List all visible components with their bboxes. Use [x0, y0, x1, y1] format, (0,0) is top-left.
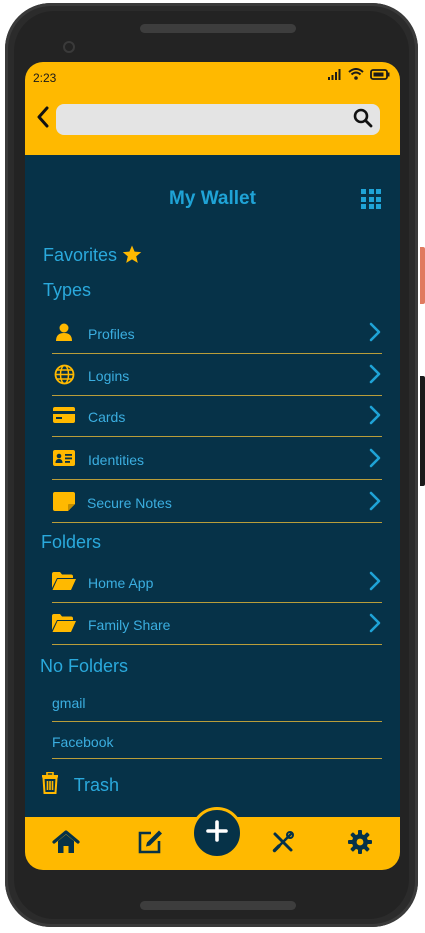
folder-item-label: Family Share: [88, 617, 171, 633]
page-title: My Wallet: [169, 188, 256, 209]
chevron-right-icon: [368, 322, 382, 342]
search-icon: [353, 108, 373, 133]
home-icon: [52, 829, 80, 859]
battery-icon: [370, 68, 390, 83]
note-icon: [52, 491, 76, 511]
search-button[interactable]: [350, 108, 376, 132]
type-item-profiles[interactable]: Profiles: [52, 312, 382, 354]
add-button[interactable]: [191, 807, 243, 859]
type-item-logins[interactable]: Logins: [52, 354, 382, 396]
settings-icon: [347, 829, 373, 860]
front-camera: [63, 41, 75, 53]
folder-item-label: Home App: [88, 575, 154, 591]
signal-icon: [328, 68, 342, 83]
star-icon: [122, 245, 142, 269]
nav-home-button[interactable]: [51, 829, 81, 859]
power-button: [420, 376, 425, 486]
edit-icon: [137, 829, 163, 860]
type-item-label: Logins: [88, 368, 130, 384]
no-folders-heading: No Folders: [40, 656, 129, 676]
no-folder-item-gmail[interactable]: gmail: [52, 695, 382, 722]
trash-icon: [41, 771, 59, 799]
bottom-nav: [25, 807, 400, 870]
chevron-right-icon: [368, 491, 382, 511]
status-bar: 2:23: [25, 62, 400, 92]
top-bar: [25, 92, 400, 155]
folders-heading: Folders: [41, 532, 102, 552]
nav-tools-button[interactable]: [268, 830, 298, 858]
tools-icon: [271, 830, 295, 859]
favorites-heading[interactable]: Favorites: [43, 245, 142, 269]
type-item-label: Cards: [88, 409, 126, 425]
chevron-right-icon: [368, 364, 382, 384]
chevron-left-icon: [36, 106, 50, 133]
nav-settings-button[interactable]: [345, 829, 375, 860]
folder-open-icon: [52, 613, 76, 633]
favorites-label: Favorites: [43, 245, 118, 265]
trash-row[interactable]: Trash: [41, 771, 120, 799]
type-item-secure-notes[interactable]: Secure Notes: [52, 481, 382, 523]
volume-button: [420, 247, 425, 304]
type-item-label: Secure Notes: [87, 495, 172, 511]
no-folder-item-facebook[interactable]: Facebook: [52, 734, 382, 759]
status-time: 2:23: [33, 71, 57, 85]
bottom-speaker: [140, 901, 296, 910]
credit-card-icon: [52, 405, 76, 425]
grid-menu-button[interactable]: [361, 189, 381, 209]
chevron-right-icon: [368, 613, 382, 633]
folder-item-home-app[interactable]: Home App: [52, 561, 382, 603]
globe-icon: [52, 364, 76, 384]
types-heading: Types: [43, 280, 92, 300]
add-icon: [205, 819, 229, 848]
chevron-right-icon: [368, 571, 382, 591]
type-item-label: Profiles: [88, 326, 135, 342]
type-item-cards[interactable]: Cards: [52, 395, 382, 437]
back-button[interactable]: [31, 104, 55, 134]
nav-edit-button[interactable]: [135, 830, 165, 858]
trash-label: Trash: [73, 775, 120, 795]
folder-open-icon: [52, 571, 76, 591]
status-icons: [328, 68, 390, 83]
chevron-right-icon: [368, 448, 382, 468]
type-item-label: Identities: [88, 452, 145, 468]
speaker-grille: [140, 24, 296, 33]
id-card-icon: [52, 448, 76, 468]
chevron-right-icon: [368, 405, 382, 425]
wifi-icon: [348, 68, 364, 83]
grid-icon: [361, 189, 366, 194]
search-input[interactable]: [56, 104, 380, 135]
person-icon: [52, 322, 76, 342]
type-item-identities[interactable]: Identities: [52, 438, 382, 480]
app-screen: 2:23 My Wallet Favorites Types Profiles …: [25, 62, 400, 870]
folder-item-family-share[interactable]: Family Share: [52, 603, 382, 645]
